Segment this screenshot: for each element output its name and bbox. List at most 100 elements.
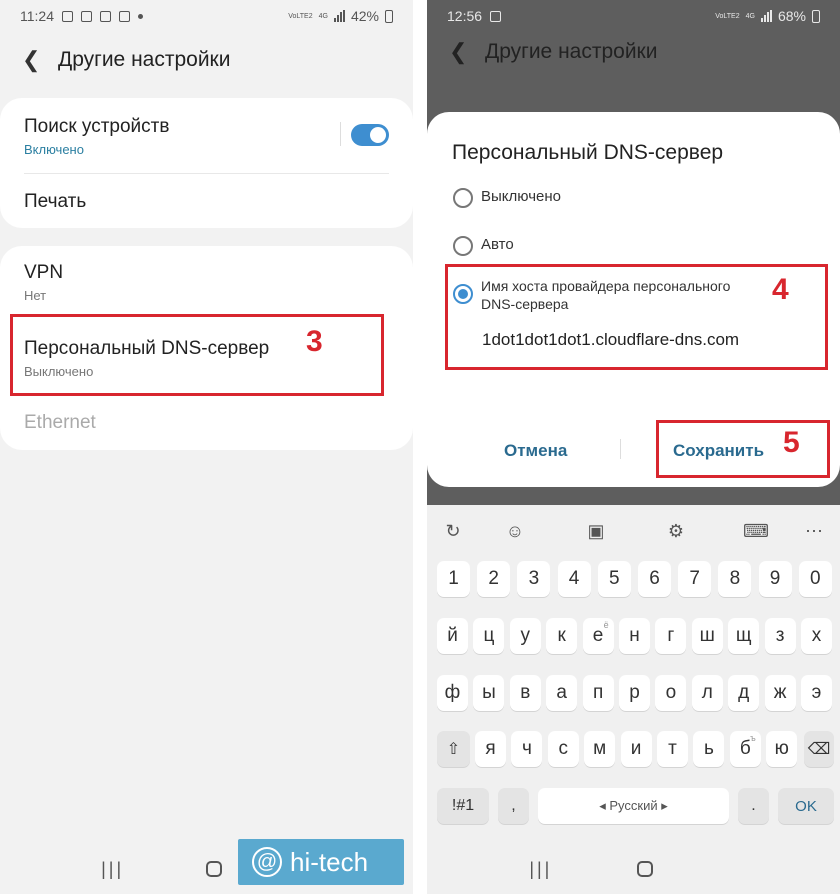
network-type-icon: 4G: [745, 12, 755, 20]
shift-key[interactable]: ⇧: [437, 731, 470, 767]
key-5[interactable]: 5: [597, 561, 631, 597]
snapchat-icon: [490, 10, 502, 22]
key-letter[interactable]: с: [547, 731, 579, 767]
status-time: 12:56: [447, 8, 483, 24]
space-key[interactable]: ◂ Русский ▸: [538, 788, 729, 824]
key-letter[interactable]: ю: [766, 731, 798, 767]
translate-icon[interactable]: ↻: [437, 515, 469, 547]
key-letter[interactable]: л: [691, 675, 723, 711]
option-auto[interactable]: Авто: [453, 236, 514, 256]
ok-key[interactable]: OK: [778, 788, 834, 824]
key-letter[interactable]: ж: [764, 675, 796, 711]
key-label: з: [775, 625, 785, 646]
key-label: б: [739, 738, 751, 759]
back-arrow-icon[interactable]: ❮: [22, 47, 58, 73]
key-label: п: [592, 682, 604, 703]
key-letter[interactable]: й: [437, 618, 468, 654]
key-letter[interactable]: к: [546, 618, 578, 654]
battery-level: 42%: [350, 8, 379, 24]
notification-icon: [81, 10, 92, 22]
key-label: 4: [568, 568, 580, 589]
key-letter[interactable]: э: [801, 675, 832, 711]
key-4[interactable]: 4: [557, 561, 591, 597]
key-letter[interactable]: бъ: [729, 731, 761, 767]
key-letter[interactable]: т: [657, 731, 688, 767]
cancel-button[interactable]: Отмена: [504, 441, 567, 461]
key-8[interactable]: 8: [718, 561, 752, 597]
key-2[interactable]: 2: [477, 561, 511, 597]
vpn-status: Нет: [24, 288, 47, 303]
key-label: и: [630, 738, 642, 759]
device-search-status: Включено: [24, 142, 84, 157]
key-letter[interactable]: и: [620, 731, 652, 767]
print-row[interactable]: Печать: [24, 191, 389, 213]
comma-key[interactable]: ,: [498, 788, 529, 824]
sticker-icon[interactable]: ▣: [580, 515, 612, 547]
battery-level: 68%: [777, 8, 806, 24]
left-screen: 11:24 VoLTE2 4G 42% ❮ Другие настройки П…: [0, 0, 413, 894]
period-key[interactable]: .: [738, 788, 769, 824]
key-hint: ё: [603, 620, 609, 630]
key-letter[interactable]: ь: [693, 731, 725, 767]
radio-button[interactable]: [453, 188, 473, 208]
home-icon[interactable]: [206, 861, 223, 877]
at-sign-icon: @: [252, 847, 282, 877]
key-letter[interactable]: у: [509, 618, 541, 654]
key-label: ,: [511, 797, 516, 814]
keyboard-layout-icon[interactable]: ⌨: [740, 515, 772, 547]
key-letter[interactable]: г: [655, 618, 687, 654]
key-letter[interactable]: ц: [473, 618, 505, 654]
key-letter[interactable]: в: [509, 675, 541, 711]
notification-icon: [62, 10, 73, 22]
key-label: в: [520, 682, 531, 703]
key-letter[interactable]: м: [584, 731, 616, 767]
key-letter[interactable]: ш: [691, 618, 723, 654]
home-icon[interactable]: [637, 861, 654, 877]
step-number-5: 5: [783, 426, 800, 459]
page-title: Другие настройки: [485, 40, 658, 63]
device-search-row[interactable]: Поиск устройств Включено: [24, 116, 389, 157]
right-screen: 12:56 VoLTE2 4G 68% ❮ Другие настройки П…: [427, 0, 840, 894]
key-letter[interactable]: я: [475, 731, 506, 767]
key-3[interactable]: 3: [517, 561, 551, 597]
emoji-icon[interactable]: ☺: [499, 515, 531, 547]
dialog-title: Персональный DNS-сервер: [452, 141, 724, 164]
back-arrow-icon[interactable]: ❮: [449, 39, 485, 65]
backspace-icon[interactable]: ⌫: [804, 731, 834, 767]
keyboard-toolbar: ↻ ☺ ▣ ⚙ ⌨ ⋯: [427, 515, 840, 547]
key-letter[interactable]: ч: [511, 731, 543, 767]
key-label: 0: [810, 568, 821, 589]
option-off[interactable]: Выключено: [453, 188, 561, 208]
key-7[interactable]: 7: [678, 561, 712, 597]
key-letter[interactable]: х: [801, 618, 832, 654]
key-letter[interactable]: щ: [728, 618, 760, 654]
key-label: х: [811, 625, 822, 646]
key-letter[interactable]: н: [619, 618, 650, 654]
key-letter[interactable]: о: [655, 675, 687, 711]
key-1[interactable]: 1: [437, 561, 470, 597]
settings-icon[interactable]: ⚙: [660, 515, 692, 547]
key-letter[interactable]: п: [582, 675, 614, 711]
key-letter[interactable]: её: [582, 618, 614, 654]
radio-button[interactable]: [453, 236, 473, 256]
key-letter[interactable]: а: [546, 675, 578, 711]
key-letter[interactable]: р: [619, 675, 650, 711]
vpn-row[interactable]: VPN Нет: [24, 262, 389, 303]
key-9[interactable]: 9: [758, 561, 792, 597]
key-0[interactable]: 0: [798, 561, 832, 597]
device-search-toggle[interactable]: [351, 124, 389, 146]
key-letter[interactable]: ф: [437, 675, 468, 711]
more-options-icon[interactable]: ⋯: [798, 515, 830, 547]
key-letter[interactable]: д: [728, 675, 760, 711]
recent-apps-icon[interactable]: |||: [101, 859, 124, 880]
symbols-key[interactable]: !#1: [437, 788, 489, 824]
key-letter[interactable]: з: [764, 618, 796, 654]
key-label: 9: [769, 568, 781, 589]
signal-icon: [760, 10, 772, 22]
keyboard: ↻ ☺ ▣ ⚙ ⌨ ⋯ 123456789 0 йцукеёнгшщз х фывап р…: [427, 505, 840, 894]
key-letter[interactable]: ы: [473, 675, 505, 711]
key-label: е: [592, 625, 604, 646]
key-6[interactable]: 6: [638, 561, 671, 597]
recent-apps-icon[interactable]: |||: [529, 859, 552, 880]
key-label: р: [629, 682, 640, 703]
